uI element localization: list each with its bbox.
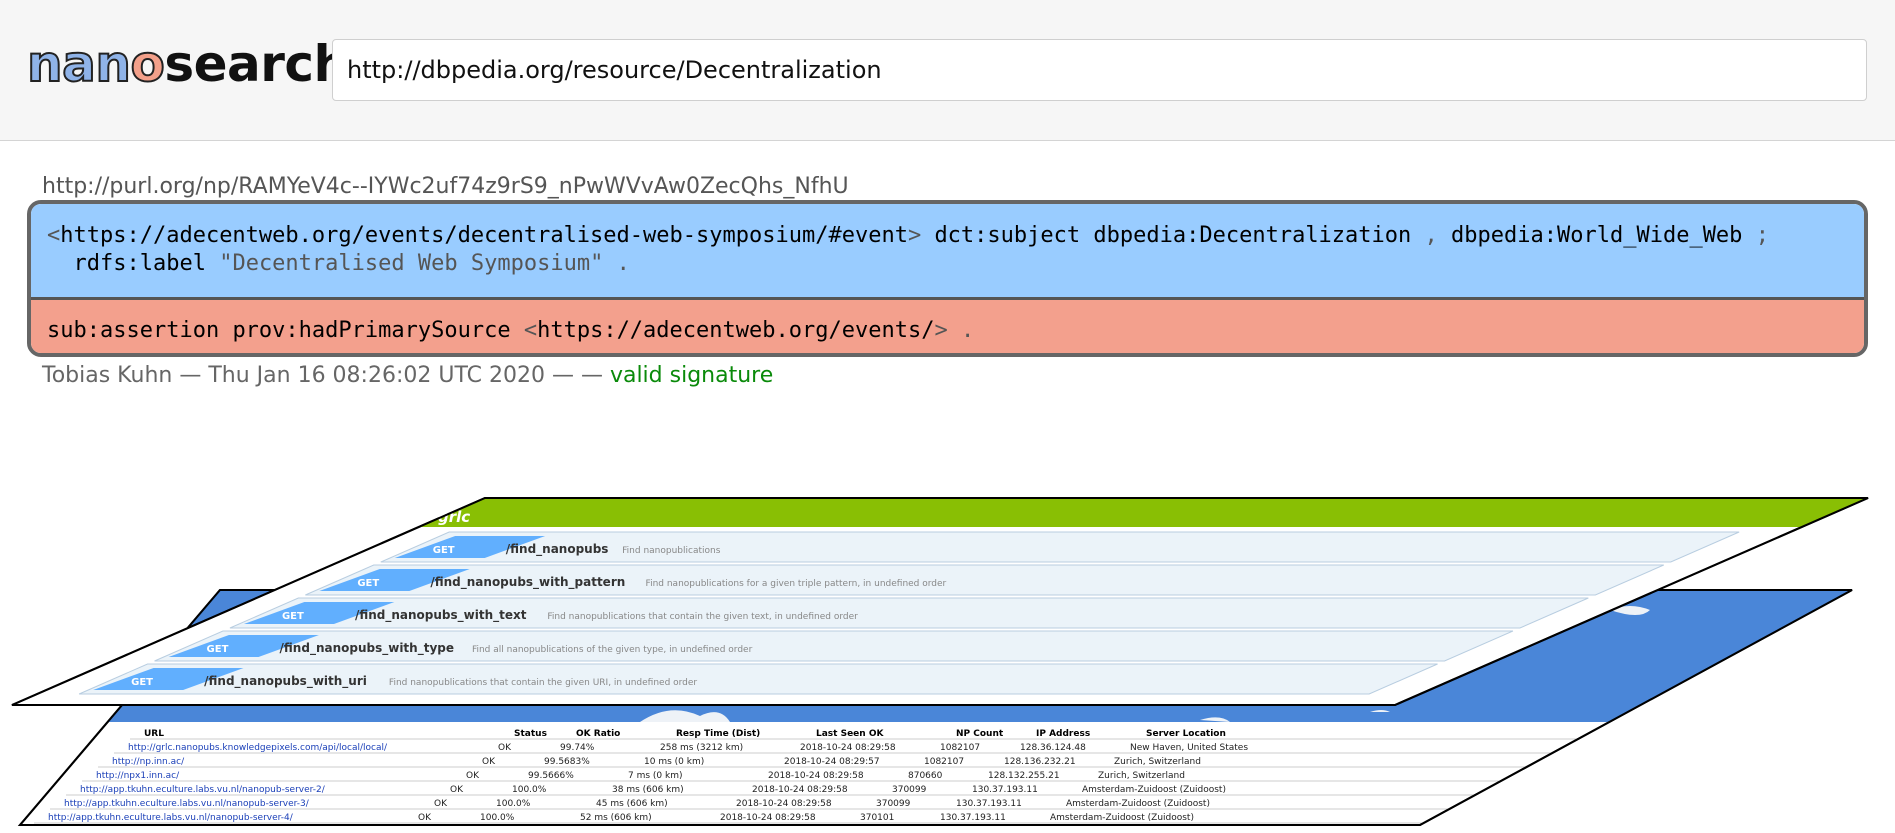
- table-cell: OK: [434, 799, 448, 809]
- table-cell: http://app.tkuhn.eculture.labs.vu.nl/nan…: [64, 799, 310, 809]
- table-cell: 38 ms (606 km): [612, 785, 684, 795]
- nanosearch-logo[interactable]: nanosearch: [26, 34, 349, 94]
- table-cell: 2018-10-24 08:29:58: [752, 785, 848, 795]
- table-cell: Amsterdam-Zuidoost (Zuidoost): [1082, 785, 1226, 795]
- table-cell: http://app.tkuhn.eculture.labs.vu.nl/nan…: [48, 813, 294, 823]
- endpoint-row: GET/find_nanopubs_with_uri Find nanopubli…: [78, 663, 1438, 695]
- table-cell: 99.5666%: [528, 771, 574, 781]
- endpoint-method: GET: [131, 677, 153, 688]
- table-cell: 128.136.232.21: [1004, 757, 1076, 767]
- table-cell: OK: [466, 771, 480, 781]
- table-cell: 870660: [908, 771, 943, 781]
- table-cell: 2018-10-24 08:29:58: [736, 799, 832, 809]
- table-cell: Amsterdam-Zuidoost (Zuidoost): [1066, 799, 1210, 809]
- table-cell: 2018-10-24 08:29:58: [800, 743, 896, 753]
- table-cell: 128.132.255.21: [988, 771, 1060, 781]
- endpoint-row: GET/find_nanopubs_with_text Find nanopubl…: [229, 597, 1589, 629]
- endpoint-desc: Find nanopublications that contain the g…: [547, 612, 858, 622]
- table-cell: 370101: [860, 813, 894, 823]
- table-cell: 258 ms (3212 km): [660, 743, 743, 753]
- endpoint-row: GET/find_nanopubs_with_type Find all nano…: [154, 630, 1514, 662]
- table-cell: Amsterdam-Zuidoost (Zuidoost): [1050, 813, 1194, 823]
- endpoint-method: GET: [207, 644, 229, 655]
- table-cell: 130.37.193.11: [972, 785, 1038, 795]
- endpoint-path: /find_nanopubs: [506, 542, 609, 557]
- assertion-object-decentralization[interactable]: dbpedia:Decentralization: [1093, 223, 1411, 248]
- assertion-predicate-subject[interactable]: dct:subject: [934, 223, 1080, 248]
- table-cell: 99.74%: [560, 743, 595, 753]
- table-cell: 1082107: [924, 757, 964, 767]
- table-cell: 2018-10-24 08:29:58: [720, 813, 816, 823]
- table-cell: Zurich, Switzerland: [1114, 757, 1201, 767]
- table-cell: OK: [482, 757, 496, 767]
- table-cell: http://npx1.inn.ac/: [96, 771, 180, 781]
- table-header-cell: URL: [144, 729, 164, 739]
- table-header-cell: Last Seen OK: [816, 729, 884, 739]
- table-cell: OK: [418, 813, 432, 823]
- endpoint-method: GET: [433, 545, 455, 556]
- provenance-object[interactable]: https://adecentweb.org/events/: [537, 318, 934, 343]
- endpoint-desc: Find nanopublications for a given triple…: [646, 579, 947, 589]
- table-cell: Zurich, Switzerland: [1098, 771, 1185, 781]
- endpoint-row: GET/find_nanopubs Find nanopublications: [380, 531, 1740, 563]
- endpoint-path: /find_nanopubs_with_uri: [204, 674, 367, 689]
- table-cell: 100.0%: [512, 785, 547, 795]
- table-cell: http://np.inn.ac/: [112, 757, 185, 767]
- signature-status: valid signature: [609, 363, 774, 388]
- table-cell: 99.5683%: [544, 757, 590, 767]
- table-header-cell: IP Address: [1036, 729, 1090, 739]
- table-header-cell: Server Location: [1146, 729, 1226, 739]
- table-cell: New Haven, United States: [1130, 743, 1248, 753]
- table-header-cell: OK Ratio: [576, 729, 620, 739]
- table-cell: 2018-10-24 08:29:57: [784, 757, 880, 767]
- nanopub-date: Thu Jan 16 08:26:02 UTC 2020: [208, 363, 545, 388]
- assertion-label-literal: "Decentralised Web Symposium": [219, 251, 604, 276]
- endpoint-desc: Find all nanopublications of the given t…: [472, 645, 753, 655]
- endpoint-method: GET: [282, 611, 304, 622]
- table-cell: http://app.tkuhn.eculture.labs.vu.nl/nan…: [80, 785, 326, 795]
- endpoint-path: /find_nanopubs_with_type: [280, 641, 454, 656]
- table-cell: 130.37.193.11: [940, 813, 1006, 823]
- table-cell: 128.36.124.48: [1020, 743, 1086, 753]
- provenance-predicate[interactable]: prov:hadPrimarySource: [232, 318, 510, 343]
- nanopub-uri-link[interactable]: http://purl.org/np/RAMYeV4c--IYWc2uf74z9…: [42, 174, 849, 199]
- table-cell: OK: [450, 785, 464, 795]
- assertion-predicate-label[interactable]: rdfs:label: [74, 251, 206, 276]
- nanopub-box: <https://adecentweb.org/events/decentral…: [27, 200, 1868, 357]
- table-cell: 10 ms (0 km): [644, 757, 704, 767]
- api-illustration: URL Status OK Ratio Resp Time (Dist) Last Se…: [11, 497, 1869, 826]
- table-cell: 45 ms (606 km): [596, 799, 668, 809]
- assertion-subject[interactable]: https://adecentweb.org/events/decentrali…: [60, 223, 908, 248]
- author-name: Tobias Kuhn: [42, 363, 173, 388]
- search-input[interactable]: [332, 39, 1867, 101]
- provenance-subject[interactable]: sub:assertion: [47, 318, 219, 343]
- table-header-cell: Status: [514, 729, 547, 739]
- table-cell: 2018-10-24 08:29:58: [768, 771, 864, 781]
- header-bar: nanosearch: [0, 0, 1895, 141]
- table-cell: 100.0%: [480, 813, 515, 823]
- endpoint-desc: Find nanopublications that contain the g…: [389, 678, 698, 688]
- nanopub-footer: Tobias Kuhn — Thu Jan 16 08:26:02 UTC 20…: [42, 363, 774, 388]
- table-cell: 52 ms (606 km): [580, 813, 652, 823]
- table-cell: 7 ms (0 km): [628, 771, 683, 781]
- provenance-block: sub:assertion prov:hadPrimarySource <htt…: [31, 297, 1864, 353]
- endpoint-row: GET/find_nanopubs_with_pattern Find nanop…: [305, 564, 1664, 596]
- assertion-block: <https://adecentweb.org/events/decentral…: [31, 204, 1864, 297]
- table-cell: 1082107: [940, 743, 980, 753]
- table-cell: 130.37.193.11: [956, 799, 1022, 809]
- endpoint-path: /find_nanopubs_with_pattern: [430, 575, 625, 590]
- endpoint-method: GET: [357, 578, 379, 589]
- table-cell: 370099: [892, 785, 927, 795]
- table-cell: 370099: [876, 799, 911, 809]
- table-cell: 100.0%: [496, 799, 531, 809]
- endpoint-desc: Find nanopublications: [622, 546, 721, 556]
- table-header-cell: Resp Time (Dist): [676, 729, 760, 739]
- table-cell: OK: [498, 743, 512, 753]
- table-cell: http://grlc.nanopubs.knowledgepixels.com…: [128, 743, 388, 753]
- endpoint-path: /find_nanopubs_with_text: [355, 608, 527, 623]
- assertion-object-www[interactable]: dbpedia:World_Wide_Web: [1451, 223, 1742, 248]
- table-header-cell: NP Count: [956, 729, 1004, 739]
